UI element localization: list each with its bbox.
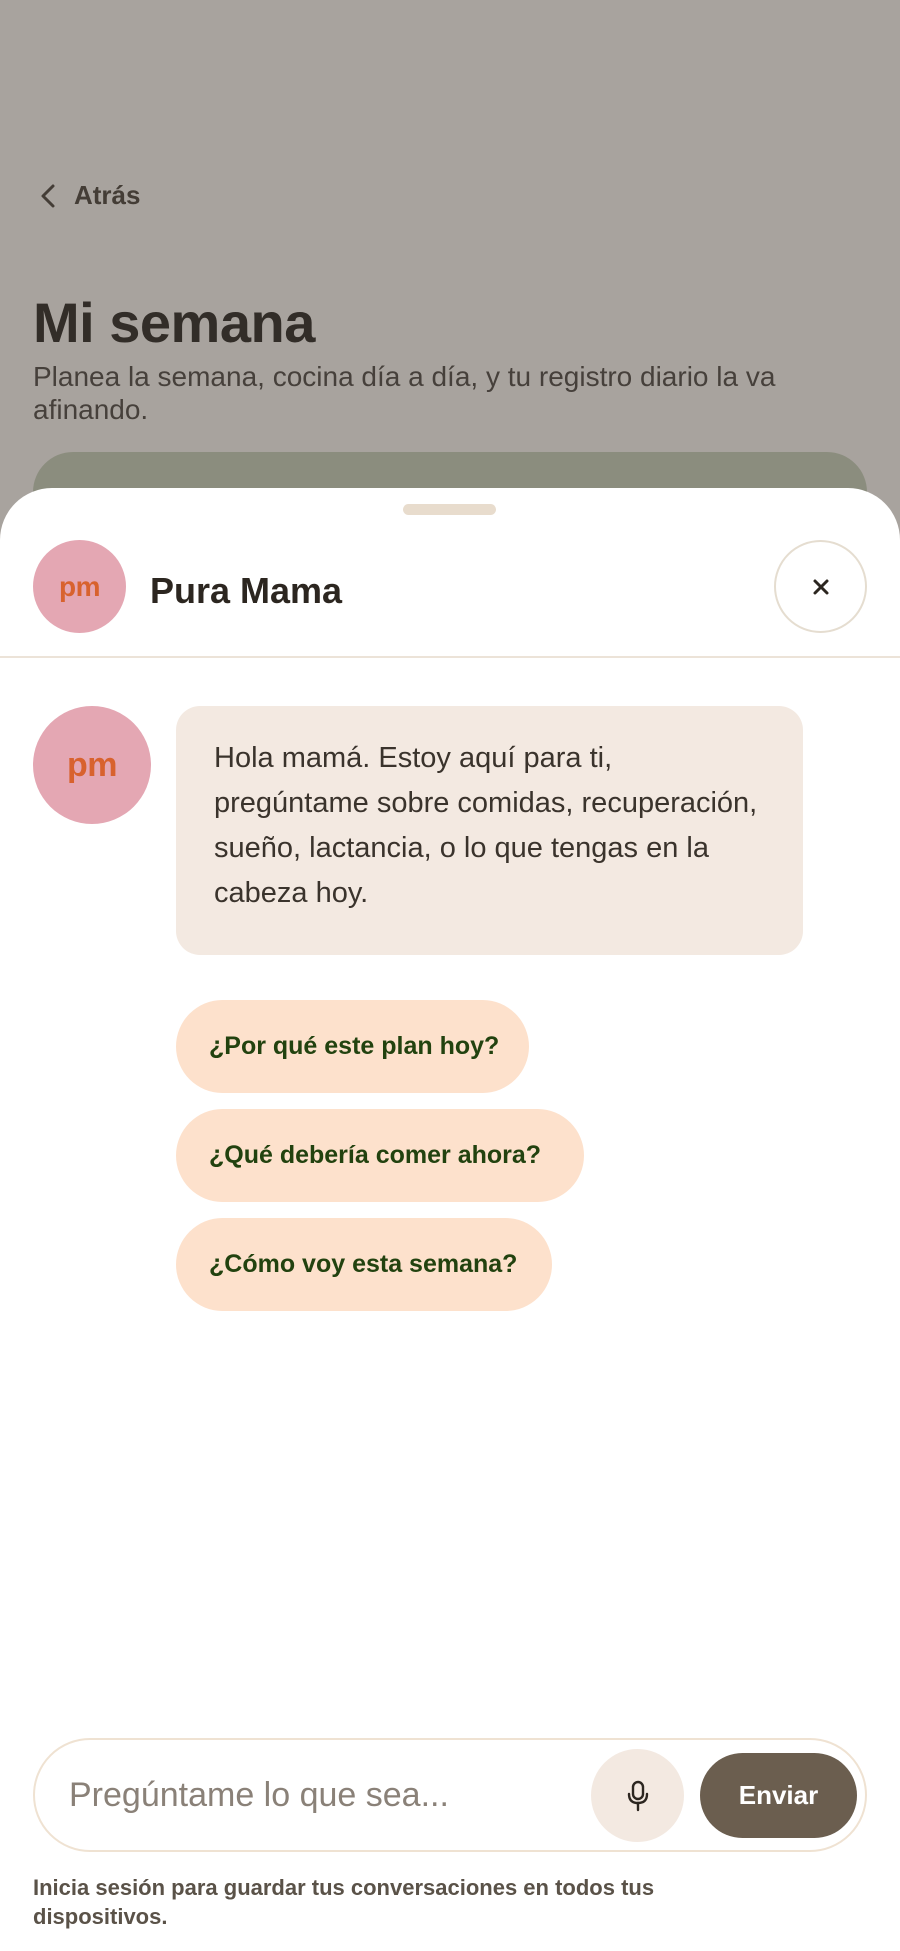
suggestion-chip[interactable]: ¿Qué debería comer ahora?	[176, 1109, 584, 1202]
assistant-name: Pura Mama	[150, 570, 343, 611]
assistant-avatar: pm	[33, 540, 126, 633]
close-icon	[813, 579, 828, 594]
suggestion-chip[interactable]: ¿Por qué este plan hoy?	[176, 1000, 529, 1093]
chat-sheet: pm Pura Mama pm Hola mamá. Estoy aquí pa…	[0, 488, 900, 1951]
chat-header: pm Pura Mama	[0, 540, 900, 658]
message-input[interactable]	[69, 1740, 589, 1850]
suggestion-list: ¿Por qué este plan hoy? ¿Qué debería com…	[176, 1000, 584, 1327]
signin-note: Inicia sesión para guardar tus conversac…	[33, 1875, 655, 1929]
send-button[interactable]: Enviar	[700, 1753, 857, 1838]
close-button[interactable]	[774, 540, 867, 633]
message-avatar: pm	[33, 706, 151, 824]
assistant-message-bubble: Hola mamá. Estoy aquí para ti, pregúntam…	[176, 706, 803, 955]
voice-input-button[interactable]	[591, 1749, 684, 1842]
message-composer: Enviar	[33, 1738, 867, 1852]
suggestion-chip[interactable]: ¿Cómo voy esta semana?	[176, 1218, 552, 1311]
sheet-grabber[interactable]	[403, 504, 496, 515]
microphone-icon	[627, 1780, 648, 1811]
